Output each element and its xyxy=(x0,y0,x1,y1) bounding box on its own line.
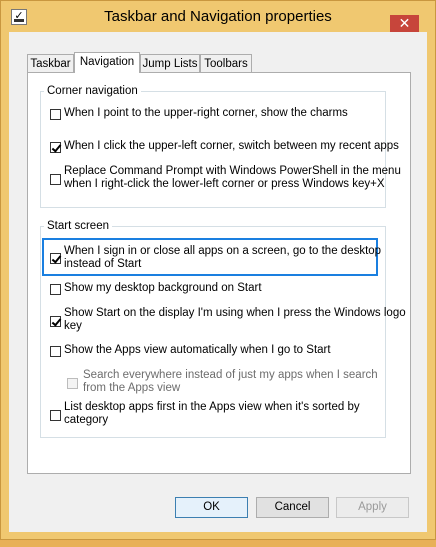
tab-jump-lists[interactable]: Jump Lists xyxy=(140,54,200,72)
option-label: Show the Apps view automatically when I … xyxy=(64,344,331,356)
checkbox[interactable] xyxy=(50,284,61,295)
checkbox[interactable] xyxy=(50,109,61,120)
checkbox[interactable] xyxy=(50,142,61,153)
option-label-line-2: category xyxy=(64,414,109,426)
checkbox[interactable] xyxy=(50,410,61,421)
tab-taskbar[interactable]: Taskbar xyxy=(27,54,74,72)
option-label-line-2: instead of Start xyxy=(64,258,142,270)
checkbox[interactable] xyxy=(50,346,61,357)
tab-toolbars[interactable]: Toolbars xyxy=(200,54,252,72)
ok-button[interactable]: OK xyxy=(175,497,248,518)
option-label-line-2: from the Apps view xyxy=(83,382,181,394)
option-label: When I point to the upper-right corner, … xyxy=(64,107,348,119)
checkbox[interactable] xyxy=(50,174,61,185)
checkbox[interactable] xyxy=(50,253,61,264)
option-label-line-2: when I right-click the lower-left corner… xyxy=(64,178,385,190)
start-screen-heading: Start screen xyxy=(47,220,109,232)
option-label: When I click the upper-left corner, swit… xyxy=(64,140,399,152)
apply-button[interactable]: Apply xyxy=(336,497,409,518)
checkbox xyxy=(67,378,78,389)
option-label: Show my desktop background on Start xyxy=(64,282,262,294)
corner-navigation-heading: Corner navigation xyxy=(47,85,138,97)
option-label-line-1: When I sign in or close all apps on a sc… xyxy=(64,245,382,257)
option-label-line-2: key xyxy=(64,320,82,332)
option-label-line-1: List desktop apps first in the Apps view… xyxy=(64,401,360,413)
checkbox[interactable] xyxy=(50,316,61,327)
option-label-line-1: Replace Command Prompt with Windows Powe… xyxy=(64,165,401,177)
option-label-line-1: Show Start on the display I'm using when… xyxy=(64,307,406,319)
cancel-button[interactable]: Cancel xyxy=(256,497,329,518)
title-bar[interactable]: ✓ Taskbar and Navigation properties ✕ xyxy=(1,1,435,34)
window-title: Taskbar and Navigation properties xyxy=(104,8,332,25)
tab-navigation[interactable]: Navigation xyxy=(74,52,140,73)
option-label-line-1: Search everywhere instead of just my app… xyxy=(83,369,378,381)
